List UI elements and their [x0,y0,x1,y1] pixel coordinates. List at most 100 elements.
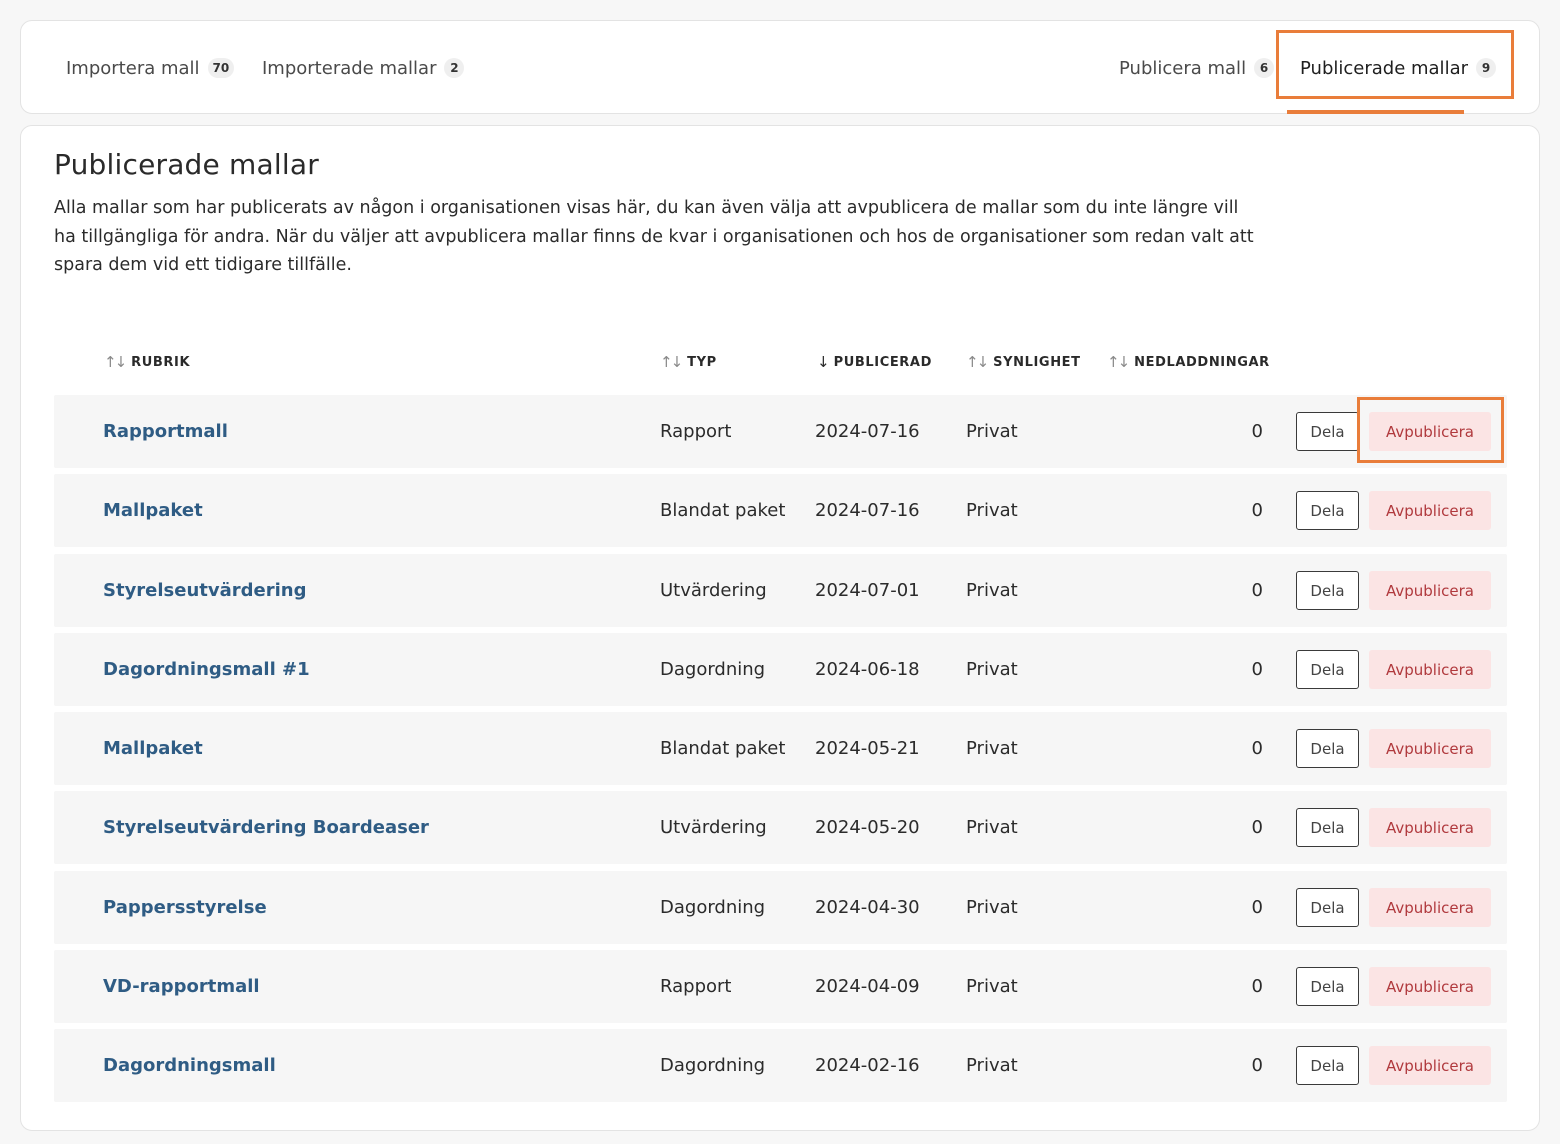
table-row: Pappersstyrelse Dagordning 2024-04-30 Pr… [54,871,1507,944]
table-row: VD-rapportmall Rapport 2024-04-09 Privat… [54,950,1507,1023]
template-type: Dagordning [660,897,766,918]
template-type: Utvärdering [660,580,767,601]
template-title-link[interactable]: Styrelseutvärdering Boardeaser [103,791,429,864]
visibility: Privat [966,738,1018,759]
share-button[interactable]: Dela [1296,491,1359,530]
tab-importerade-mallar[interactable]: Importerade mallar 2 [262,21,465,115]
published-date: 2024-06-18 [815,659,920,680]
unpublish-button[interactable]: Avpublicera [1369,967,1491,1006]
count-badge: 2 [444,58,465,78]
visibility: Privat [966,500,1018,521]
download-count: 0 [1251,897,1263,918]
published-date: 2024-04-30 [815,897,920,918]
sort-both-icon: ↑↓ [966,353,989,371]
tab-bar: Importera mall 70 Importerade mallar 2 P… [20,20,1540,114]
download-count: 0 [1251,1055,1263,1076]
visibility: Privat [966,817,1018,838]
unpublish-button[interactable]: Avpublicera [1369,729,1491,768]
tab-publicera-mall[interactable]: Publicera mall 6 [1119,21,1275,115]
table-row: Styrelseutvärdering Utvärdering 2024-07-… [54,554,1507,627]
column-header-synlighet[interactable]: ↑↓ SYNLIGHET [966,351,1081,373]
template-title-link[interactable]: Rapportmall [103,395,228,468]
count-badge: 70 [207,58,235,78]
sort-down-icon: ↓ [817,353,830,371]
table-row: Rapportmall Rapport 2024-07-16 Privat 0 … [54,395,1507,468]
download-count: 0 [1251,421,1263,442]
unpublish-button[interactable]: Avpublicera [1369,491,1491,530]
download-count: 0 [1251,659,1263,680]
column-header-label: TYP [687,354,717,370]
published-date: 2024-07-16 [815,500,920,521]
template-title-link[interactable]: Mallpaket [103,712,203,785]
count-badge: 6 [1254,58,1275,78]
visibility: Privat [966,1055,1018,1076]
column-header-typ[interactable]: ↑↓ TYP [660,351,717,373]
template-type: Blandat paket [660,500,786,521]
unpublish-button[interactable]: Avpublicera [1369,650,1491,689]
visibility: Privat [966,659,1018,680]
active-tab-indicator [1287,110,1464,114]
share-button[interactable]: Dela [1296,729,1359,768]
sort-both-icon: ↑↓ [1107,353,1130,371]
column-header-label: SYNLIGHET [993,354,1081,370]
template-type: Rapport [660,976,732,997]
page-title: Publicerade mallar [54,148,319,181]
published-date: 2024-05-21 [815,738,920,759]
published-date: 2024-07-16 [815,421,920,442]
published-date: 2024-04-09 [815,976,920,997]
visibility: Privat [966,580,1018,601]
published-templates-card: Publicerade mallar Alla mallar som har p… [20,125,1540,1131]
tab-publicerade-mallar[interactable]: Publicerade mallar 9 [1300,21,1496,115]
template-type: Blandat paket [660,738,786,759]
template-title-link[interactable]: Mallpaket [103,474,203,547]
share-button[interactable]: Dela [1296,888,1359,927]
column-header-rubrik[interactable]: ↑↓ RUBRIK [104,351,190,373]
share-button[interactable]: Dela [1296,808,1359,847]
download-count: 0 [1251,976,1263,997]
template-title-link[interactable]: VD-rapportmall [103,950,260,1023]
published-date: 2024-02-16 [815,1055,920,1076]
table-row: Dagordningsmall #1 Dagordning 2024-06-18… [54,633,1507,706]
share-button[interactable]: Dela [1296,650,1359,689]
sort-both-icon: ↑↓ [660,353,683,371]
visibility: Privat [966,897,1018,918]
published-date: 2024-07-01 [815,580,920,601]
template-title-link[interactable]: Dagordningsmall #1 [103,633,310,706]
share-button[interactable]: Dela [1296,967,1359,1006]
table-row: Mallpaket Blandat paket 2024-07-16 Priva… [54,474,1507,547]
template-type: Dagordning [660,1055,766,1076]
share-button[interactable]: Dela [1296,571,1359,610]
column-header-label: PUBLICERAD [833,354,932,370]
table-row: Styrelseutvärdering Boardeaser Utvärderi… [54,791,1507,864]
unpublish-button[interactable]: Avpublicera [1369,1046,1491,1085]
template-title-link[interactable]: Styrelseutvärdering [103,554,307,627]
download-count: 0 [1251,500,1263,521]
column-header-nedladdningar[interactable]: ↑↓ NEDLADDNINGAR [1107,351,1270,373]
published-date: 2024-05-20 [815,817,920,838]
share-button[interactable]: Dela [1296,412,1359,451]
download-count: 0 [1251,817,1263,838]
unpublish-button[interactable]: Avpublicera [1369,808,1491,847]
table-row: Mallpaket Blandat paket 2024-05-21 Priva… [54,712,1507,785]
column-header-label: NEDLADDNINGAR [1134,354,1270,370]
sort-both-icon: ↑↓ [104,353,127,371]
unpublish-button[interactable]: Avpublicera [1369,571,1491,610]
unpublish-button[interactable]: Avpublicera [1369,412,1491,451]
tab-label: Publicerade mallar [1300,57,1468,79]
table-row: Dagordningsmall Dagordning 2024-02-16 Pr… [54,1029,1507,1102]
share-button[interactable]: Dela [1296,1046,1359,1085]
column-header-label: RUBRIK [131,354,191,370]
template-title-link[interactable]: Pappersstyrelse [103,871,267,944]
tab-label: Importera mall [66,57,200,79]
template-type: Utvärdering [660,817,767,838]
download-count: 0 [1251,738,1263,759]
tab-label: Publicera mall [1119,57,1247,79]
template-title-link[interactable]: Dagordningsmall [103,1029,276,1102]
template-type: Dagordning [660,659,766,680]
template-type: Rapport [660,421,732,442]
count-badge: 9 [1476,58,1496,78]
tab-label: Importerade mallar [262,57,437,79]
tab-importera-mall[interactable]: Importera mall 70 [66,21,235,115]
unpublish-button[interactable]: Avpublicera [1369,888,1491,927]
column-header-publicerad[interactable]: ↓ PUBLICERAD [817,351,932,373]
